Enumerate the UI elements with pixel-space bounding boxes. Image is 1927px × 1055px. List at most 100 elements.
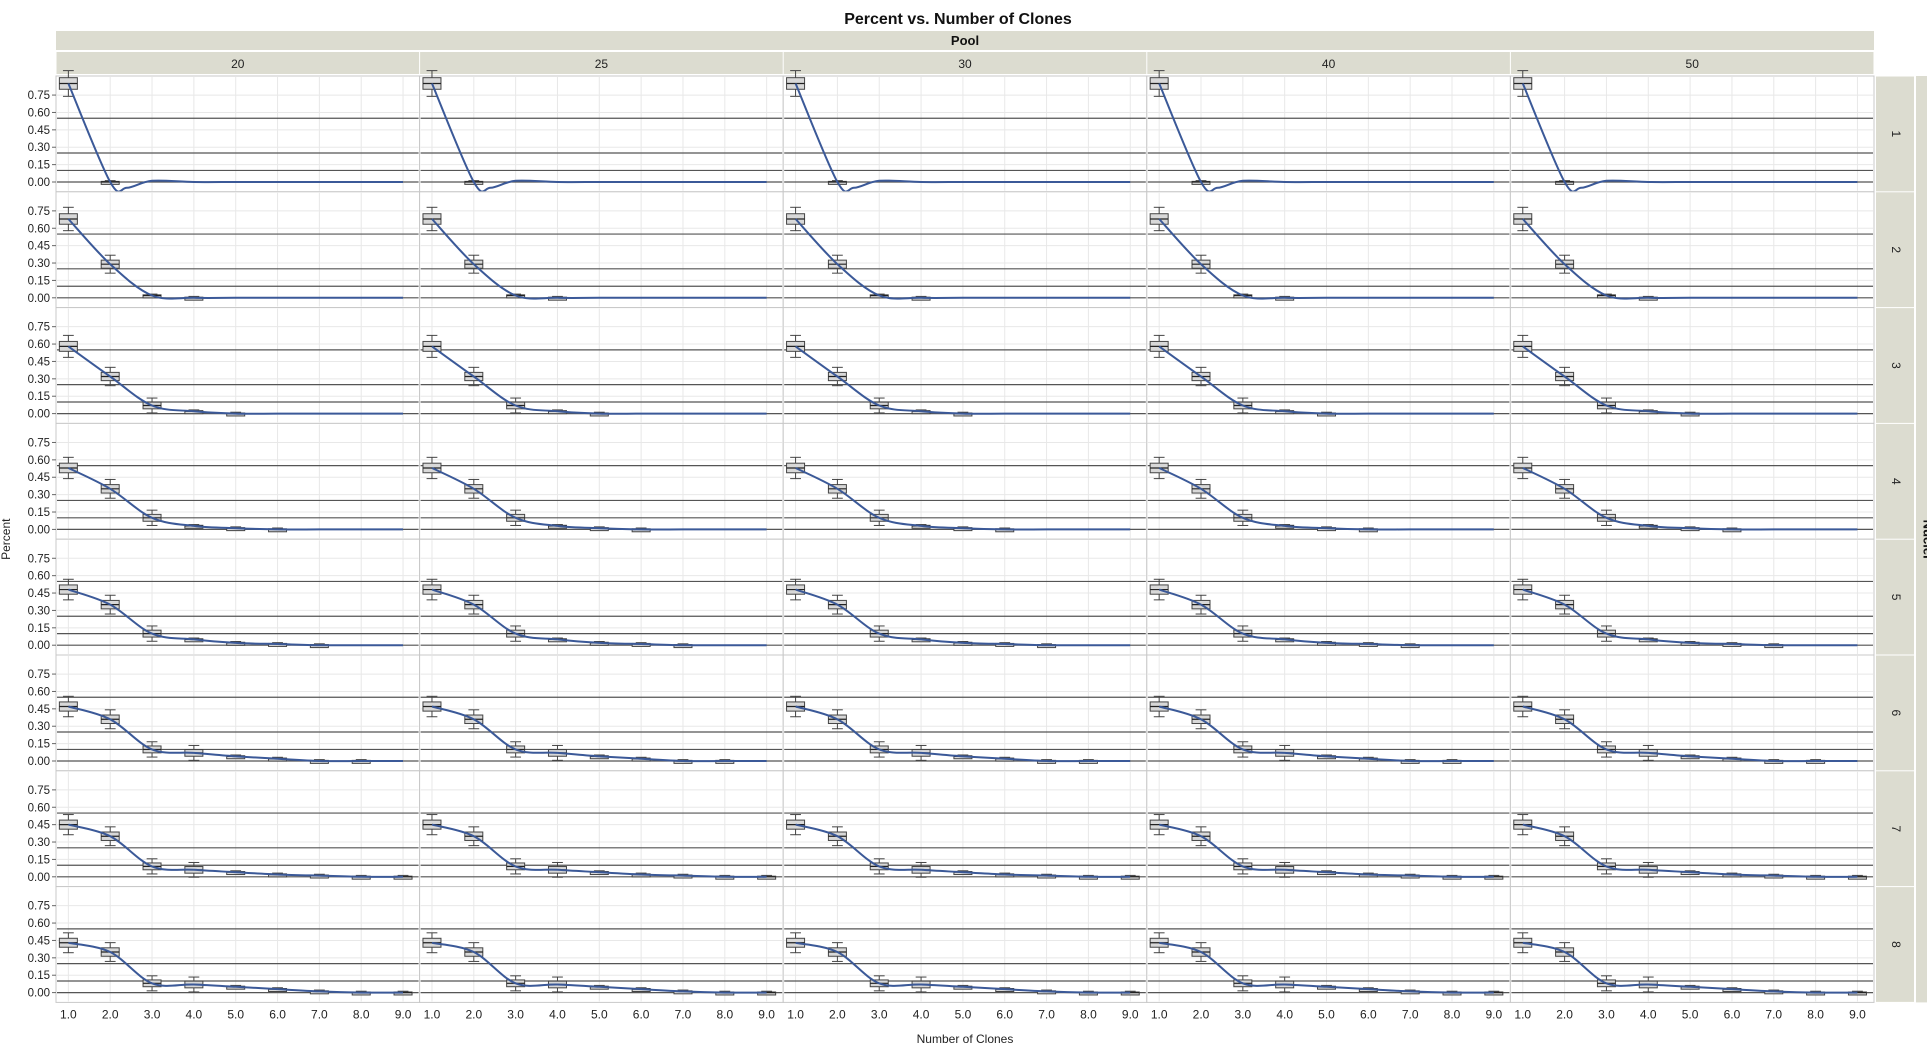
pool-column-label: 20 <box>231 57 245 71</box>
y-tick-label: 0.60 <box>28 107 50 119</box>
x-tick-label: 4.0 <box>1276 1007 1293 1021</box>
panel <box>419 654 784 772</box>
y-tick-label: 0.75 <box>28 206 50 218</box>
x-tick-label: 4.0 <box>1640 1007 1657 1021</box>
y-tick-label: 0.75 <box>28 785 50 797</box>
panel <box>782 422 1148 540</box>
nuclei-row-label: 7 <box>1889 825 1903 832</box>
y-tick-label: 0.60 <box>28 455 50 467</box>
x-tick-label: 7.0 <box>1038 1007 1055 1021</box>
y-tick-label: 0.75 <box>28 437 50 449</box>
x-tick-label: 7.0 <box>311 1007 328 1021</box>
panel <box>1146 422 1511 540</box>
y-tick-label: 0.60 <box>28 339 50 351</box>
x-tick-label: 1.0 <box>1151 1007 1168 1021</box>
panel <box>1509 770 1875 888</box>
panel <box>1146 70 1511 193</box>
y-tick-label: 0.60 <box>28 571 50 583</box>
nuclei-row-label: 6 <box>1889 710 1903 717</box>
panel <box>782 770 1148 888</box>
panel <box>419 307 784 424</box>
x-tick-label: 5.0 <box>591 1007 608 1021</box>
panel <box>782 538 1148 656</box>
panel <box>1509 70 1875 193</box>
x-tick-label: 8.0 <box>1807 1007 1824 1021</box>
y-tick-label: 0.00 <box>28 988 50 1000</box>
y-tick-label: 0.30 <box>28 490 50 502</box>
x-tick-label: 5.0 <box>955 1007 972 1021</box>
y-tick-label: 0.60 <box>28 802 50 814</box>
panel <box>1146 654 1511 772</box>
panel <box>419 191 784 309</box>
panel <box>1509 307 1875 424</box>
x-tick-label: 2.0 <box>1556 1007 1573 1021</box>
pool-column-label: 50 <box>1686 57 1700 71</box>
pool-header-label: Pool <box>951 33 979 48</box>
x-tick-label: 7.0 <box>675 1007 692 1021</box>
y-tick-label: 0.60 <box>28 223 50 235</box>
y-tick-label: 0.60 <box>28 686 50 698</box>
y-tick-label: 0.45 <box>28 704 50 716</box>
y-tick-label: 0.00 <box>28 409 50 421</box>
chart-title: Percent vs. Number of Clones <box>844 11 1072 28</box>
y-tick-label: 0.45 <box>28 935 50 947</box>
x-tick-label: 4.0 <box>913 1007 930 1021</box>
y-tick-label: 0.45 <box>28 125 50 137</box>
y-tick-label: 0.30 <box>28 953 50 965</box>
panel <box>782 886 1148 1003</box>
x-tick-label: 1.0 <box>60 1007 77 1021</box>
panel <box>419 70 784 193</box>
y-tick-label: 0.75 <box>28 901 50 913</box>
y-tick-label: 0.15 <box>28 854 50 866</box>
panel <box>1146 886 1511 1003</box>
pool-column-label: 25 <box>595 57 609 71</box>
x-tick-label: 2.0 <box>102 1007 119 1021</box>
nuclei-row-label: 3 <box>1889 362 1903 369</box>
y-tick-label: 0.00 <box>28 756 50 768</box>
panel <box>1509 422 1875 540</box>
pool-column-label: 40 <box>1322 57 1336 71</box>
x-tick-label: 6.0 <box>269 1007 286 1021</box>
x-tick-label: 5.0 <box>1318 1007 1335 1021</box>
y-tick-label: 0.75 <box>28 669 50 681</box>
y-tick-label: 0.15 <box>28 623 50 635</box>
x-tick-label: 9.0 <box>1122 1007 1139 1021</box>
y-tick-label: 0.45 <box>28 472 50 484</box>
panel <box>55 538 421 656</box>
x-tick-label: 1.0 <box>787 1007 804 1021</box>
x-tick-label: 3.0 <box>871 1007 888 1021</box>
x-tick-label: 4.0 <box>186 1007 203 1021</box>
x-tick-label: 8.0 <box>1444 1007 1461 1021</box>
nuclei-row-label: 8 <box>1889 941 1903 948</box>
y-tick-label: 0.30 <box>28 721 50 733</box>
chart-svg: Percent vs. Number of Clones Pool 20 25 30 40… <box>0 11 1927 1046</box>
x-tick-label: 1.0 <box>1514 1007 1531 1021</box>
panel <box>1146 770 1511 888</box>
y-tick-label: 0.45 <box>28 241 50 253</box>
y-tick-label: 0.30 <box>28 837 50 849</box>
panel <box>419 538 784 656</box>
panel <box>1146 191 1511 309</box>
y-tick-label: 0.75 <box>28 553 50 565</box>
panel <box>1509 886 1875 1003</box>
panel <box>1146 307 1511 424</box>
panel <box>782 70 1148 193</box>
x-tick-label: 1.0 <box>424 1007 441 1021</box>
x-tick-label: 6.0 <box>633 1007 650 1021</box>
faceted-chart: Percent vs. Number of Clones Pool 20 25 30 40… <box>0 0 1927 1050</box>
y-tick-label: 0.00 <box>28 524 50 536</box>
panel <box>1146 538 1511 656</box>
panel <box>55 422 421 540</box>
y-tick-label: 0.15 <box>28 507 50 519</box>
y-tick-label: 0.15 <box>28 275 50 287</box>
y-tick-label: 0.45 <box>28 356 50 368</box>
panel <box>1509 191 1875 309</box>
panel <box>419 422 784 540</box>
y-tick-label: 0.60 <box>28 918 50 930</box>
x-tick-label: 3.0 <box>1598 1007 1615 1021</box>
pool-column-label: 30 <box>958 57 972 71</box>
x-tick-label: 7.0 <box>1402 1007 1419 1021</box>
y-tick-label: 0.30 <box>28 374 50 386</box>
panel <box>419 886 784 1003</box>
panel <box>782 654 1148 772</box>
